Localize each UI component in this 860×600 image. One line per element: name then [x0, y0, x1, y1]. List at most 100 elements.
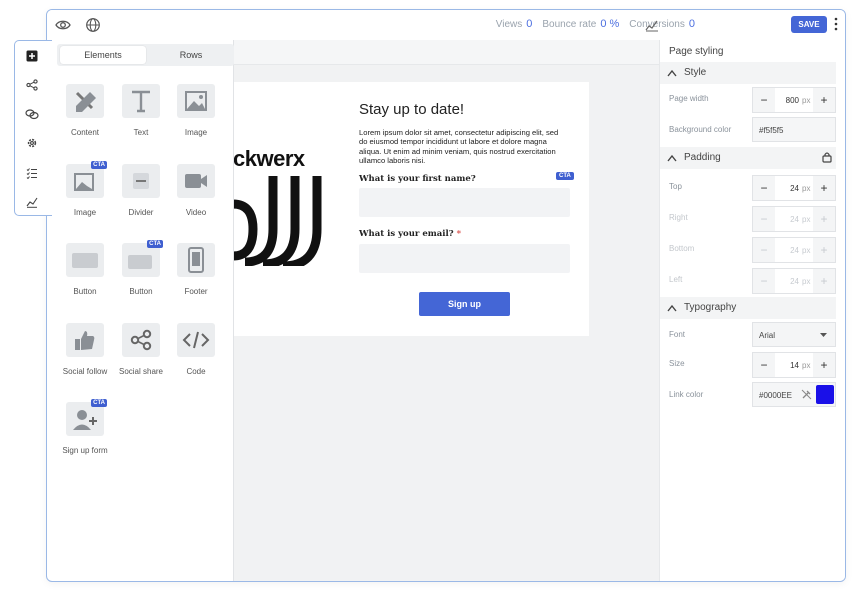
increment-button[interactable]: +: [813, 353, 835, 377]
panel-tabs: Elements Rows: [57, 44, 234, 66]
cta-badge: CTA: [91, 161, 107, 169]
tile-label: Video: [185, 208, 207, 217]
analytics-chart-icon[interactable]: [26, 196, 38, 208]
element-tile-footer[interactable]: Footer: [168, 243, 224, 313]
unit-label: px: [802, 361, 811, 370]
add-element-icon[interactable]: [26, 50, 38, 62]
increment-button[interactable]: +: [813, 207, 835, 231]
decrement-button[interactable]: −: [753, 88, 775, 112]
increment-button[interactable]: +: [813, 176, 835, 200]
field-label-email: What is your email? *: [359, 229, 461, 239]
padding-right-label: Right: [669, 213, 688, 222]
first-name-input[interactable]: [359, 188, 570, 217]
email-body: Lorem ipsum dolor sit amet, consectetur …: [359, 128, 559, 166]
background-color-field[interactable]: #f5f5f5: [752, 117, 836, 142]
chevron-up-icon: [667, 304, 677, 312]
element-tile-divider[interactable]: Divider: [113, 164, 169, 234]
gear-icon[interactable]: [26, 137, 38, 149]
stat-label: Views: [495, 19, 523, 30]
unit-label: px: [802, 96, 811, 105]
background-color-label: Background color: [669, 125, 732, 134]
image-icon: [177, 84, 215, 118]
element-tile-content[interactable]: Content: [57, 84, 113, 154]
element-tile-text[interactable]: Text: [113, 84, 169, 154]
decrement-button[interactable]: −: [753, 238, 775, 262]
tab-rows[interactable]: Rows: [148, 46, 234, 64]
lock-icon[interactable]: [821, 151, 833, 163]
section-title: Typography: [684, 302, 737, 313]
globe-icon[interactable]: [85, 17, 101, 33]
page-width-stepper[interactable]: − 800 px +: [752, 87, 836, 113]
share-nodes-icon[interactable]: [26, 79, 38, 91]
element-tile-social-follow[interactable]: Social follow: [57, 323, 113, 393]
link-color-label: Link color: [669, 390, 704, 399]
image-cta-icon: CTA: [66, 161, 107, 198]
analytics-icon[interactable]: [645, 18, 659, 32]
element-tile-image-cta[interactable]: CTA Image: [57, 161, 113, 234]
tab-elements[interactable]: Elements: [60, 46, 146, 64]
video-icon: [177, 164, 215, 198]
editor-canvas[interactable]: ckwerx Stay up to date! Lorem ipsum dolo…: [233, 40, 659, 581]
decrement-button[interactable]: −: [753, 176, 775, 200]
link-color-swatch[interactable]: [816, 385, 834, 404]
email-preview[interactable]: ckwerx Stay up to date! Lorem ipsum dolo…: [233, 82, 589, 336]
tile-label: Text: [133, 128, 149, 137]
stats-bar: Views 0 Bounce rate 0 % Conversions 0: [496, 18, 695, 30]
email-input[interactable]: [359, 244, 570, 273]
decrement-button[interactable]: −: [753, 353, 775, 377]
stat-value: 0 %: [600, 18, 620, 30]
element-tile-signup-form[interactable]: CTA Sign up form: [57, 399, 113, 472]
decrement-button[interactable]: −: [753, 207, 775, 231]
field-label-email-text: What is your email?: [359, 229, 454, 239]
padding-right-stepper[interactable]: − 24 px +: [752, 206, 836, 232]
checklist-icon[interactable]: [26, 167, 38, 179]
element-tile-video[interactable]: Video: [168, 164, 224, 234]
field-label-first-name: What is your first name?: [359, 174, 476, 184]
section-typography[interactable]: Typography: [660, 297, 836, 319]
padding-top-value[interactable]: 24: [779, 184, 799, 193]
element-tile-image[interactable]: Image: [168, 84, 224, 154]
cta-badge: CTA: [91, 399, 107, 407]
eyedropper-icon[interactable]: [801, 389, 812, 400]
save-button[interactable]: SAVE: [791, 16, 827, 33]
font-size-stepper[interactable]: − 14 px +: [752, 352, 836, 378]
increment-button[interactable]: +: [813, 238, 835, 262]
tile-label: Code: [186, 367, 206, 376]
padding-right-value[interactable]: 24: [779, 215, 799, 224]
unit-label: px: [802, 246, 811, 255]
chevron-up-icon: [667, 154, 677, 162]
element-tile-button[interactable]: Button: [57, 243, 113, 313]
section-padding[interactable]: Padding: [660, 147, 836, 169]
padding-top-stepper[interactable]: − 24 px +: [752, 175, 836, 201]
more-options-icon[interactable]: [834, 17, 838, 31]
sign-up-button[interactable]: Sign up: [419, 292, 510, 316]
element-tile-button-cta[interactable]: CTA Button: [113, 240, 169, 313]
tile-label: Footer: [184, 287, 208, 296]
footer-icon: [177, 243, 215, 277]
padding-left-stepper[interactable]: − 24 px +: [752, 268, 836, 294]
increment-button[interactable]: +: [813, 269, 835, 293]
section-title: Style: [684, 67, 707, 78]
link-color-field[interactable]: #0000EE: [752, 382, 836, 407]
link-icon[interactable]: [25, 108, 39, 120]
font-select[interactable]: Arial: [752, 322, 836, 347]
page-width-value[interactable]: 800: [779, 96, 799, 105]
button-icon: [66, 243, 104, 277]
tile-label: Sign up form: [62, 446, 108, 455]
brand-logo: ckwerx: [233, 146, 305, 171]
eye-icon[interactable]: [55, 17, 71, 33]
element-tile-social-share[interactable]: Social share: [113, 323, 169, 393]
padding-bottom-value[interactable]: 24: [779, 246, 799, 255]
font-size-value[interactable]: 14: [779, 361, 799, 370]
decrement-button[interactable]: −: [753, 269, 775, 293]
increment-button[interactable]: +: [813, 88, 835, 112]
divider-icon: [122, 164, 160, 198]
stat-value: 0: [688, 18, 695, 30]
padding-bottom-stepper[interactable]: − 24 px +: [752, 237, 836, 263]
tile-label: Image: [184, 128, 208, 137]
link-color-value: #0000EE: [759, 391, 792, 400]
padding-left-value[interactable]: 24: [779, 277, 799, 286]
size-label: Size: [669, 359, 685, 368]
section-style[interactable]: Style: [660, 62, 836, 84]
element-tile-code[interactable]: Code: [168, 323, 224, 393]
